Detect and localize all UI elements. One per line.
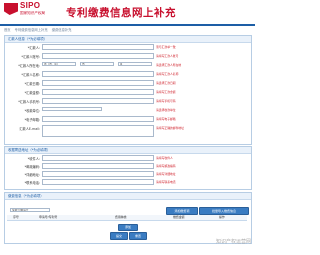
receiver-unit-select[interactable]	[42, 107, 102, 111]
fee-panel-title: 缴费信息（*为必填项）	[5, 193, 251, 200]
logo-text: SIPO	[20, 1, 41, 10]
payer-title-input[interactable]	[42, 71, 154, 77]
payer-email2-hint: 请填写正确的邮件地址	[156, 126, 184, 130]
postcode-hint: 请填写邮政编码	[156, 164, 176, 168]
col-amount: 缴费金额	[173, 215, 185, 219]
city-select[interactable]: 市	[80, 62, 114, 66]
payer-phone-input[interactable]	[42, 98, 154, 104]
col-fee-type: 费用种类	[115, 215, 127, 219]
col-index: 序号	[13, 215, 19, 219]
remit-date-hint: 请选择汇款日期	[156, 81, 176, 85]
postcode-label: *邮政编码:	[24, 165, 40, 169]
remit-amount-hint: 请填写汇款金额	[156, 90, 176, 94]
col-action: 操作	[219, 215, 225, 219]
payer-account-label: *汇款人账号:	[21, 55, 40, 59]
breadcrumb-item-current: 缴费信息补充	[51, 28, 72, 32]
import-fee-button[interactable]: 批量导入缴费信息	[199, 207, 249, 215]
submit-button[interactable]: 提交	[110, 232, 128, 240]
payer-title-hint: 请填写汇款人名称	[156, 72, 179, 76]
receiver-unit-label: *收款单位:	[24, 109, 40, 113]
header-divider	[0, 24, 255, 26]
address-input[interactable]	[42, 171, 154, 177]
recipient-label: *收件人:	[27, 157, 40, 161]
page-title: 专利缴费信息网上补充	[66, 7, 176, 19]
payer-location-label: *汇款人所在地:	[18, 64, 40, 68]
payer-name-label: *汇款人:	[27, 46, 40, 50]
breadcrumb-item-home[interactable]: 首页	[4, 28, 11, 32]
address-hint: 请填写详细地址	[156, 172, 176, 176]
logo-subtitle: 国家知识产权局	[20, 11, 46, 15]
district-select[interactable]: 区	[118, 62, 152, 66]
receipt-panel-title: 收据寄送地址（*为必填项）	[5, 147, 251, 154]
reset-button[interactable]: 重置	[129, 232, 147, 240]
breadcrumb: 首页 专利缴费信息网上补充 缴费信息补充	[4, 27, 251, 34]
payer-account-input[interactable]	[42, 53, 154, 59]
recipient-input[interactable]	[42, 155, 154, 161]
remit-amount-input[interactable]	[42, 89, 154, 95]
remit-amount-label: *汇款金额:	[24, 91, 40, 95]
postcode-input[interactable]	[42, 163, 154, 169]
payer-account-hint: 请填写汇款人账号	[156, 54, 179, 58]
recipient-hint: 请填写收件人	[156, 156, 173, 160]
contact-phone-label: *联系电话:	[24, 181, 40, 185]
payer-phone-label: *汇款人手机号:	[18, 100, 40, 104]
payer-email2-label: 汇款人E-mail:	[19, 127, 40, 131]
email-input[interactable]	[42, 116, 154, 122]
payer-name-input[interactable]	[42, 44, 154, 50]
fee-type-select[interactable]: 专利号/申请号	[10, 208, 50, 212]
contact-phone-input[interactable]	[42, 179, 154, 185]
breadcrumb-item-service[interactable]: 专利缴费信息网上补充	[15, 28, 48, 32]
watermark: 知识产权运营网	[215, 239, 251, 245]
col-number: 申请号/专利号	[39, 215, 58, 219]
payer-location-hint: 请选择汇款人所在地	[156, 63, 182, 67]
contact-phone-hint: 请填写联系电话	[156, 180, 176, 184]
email-hint: 请填写电子邮箱	[156, 117, 176, 121]
add-row-button[interactable]: 添加	[118, 224, 138, 231]
payer-name-hint: 须与汇款单一致	[156, 45, 176, 49]
fee-table-header: 序号 申请号/专利号 费用种类 缴费金额 操作	[7, 215, 247, 221]
payer-email2-input[interactable]	[42, 125, 154, 137]
payer-title-label: *汇款人名称:	[21, 73, 40, 77]
address-label: *详细地址:	[24, 173, 40, 177]
email-label: *电子邮箱:	[24, 118, 40, 122]
receiver-unit-hint: 请选择收款单位	[156, 108, 176, 112]
province-select[interactable]: 省（市、区）	[42, 62, 76, 66]
remit-date-input[interactable]	[42, 80, 154, 86]
payer-phone-hint: 请填写手机号码	[156, 99, 176, 103]
add-fee-button[interactable]: 添加缴费项	[166, 207, 198, 215]
payer-panel-title: 汇款人信息（*为必填项）	[5, 36, 251, 43]
remit-date-label: *汇款日期:	[24, 82, 40, 86]
